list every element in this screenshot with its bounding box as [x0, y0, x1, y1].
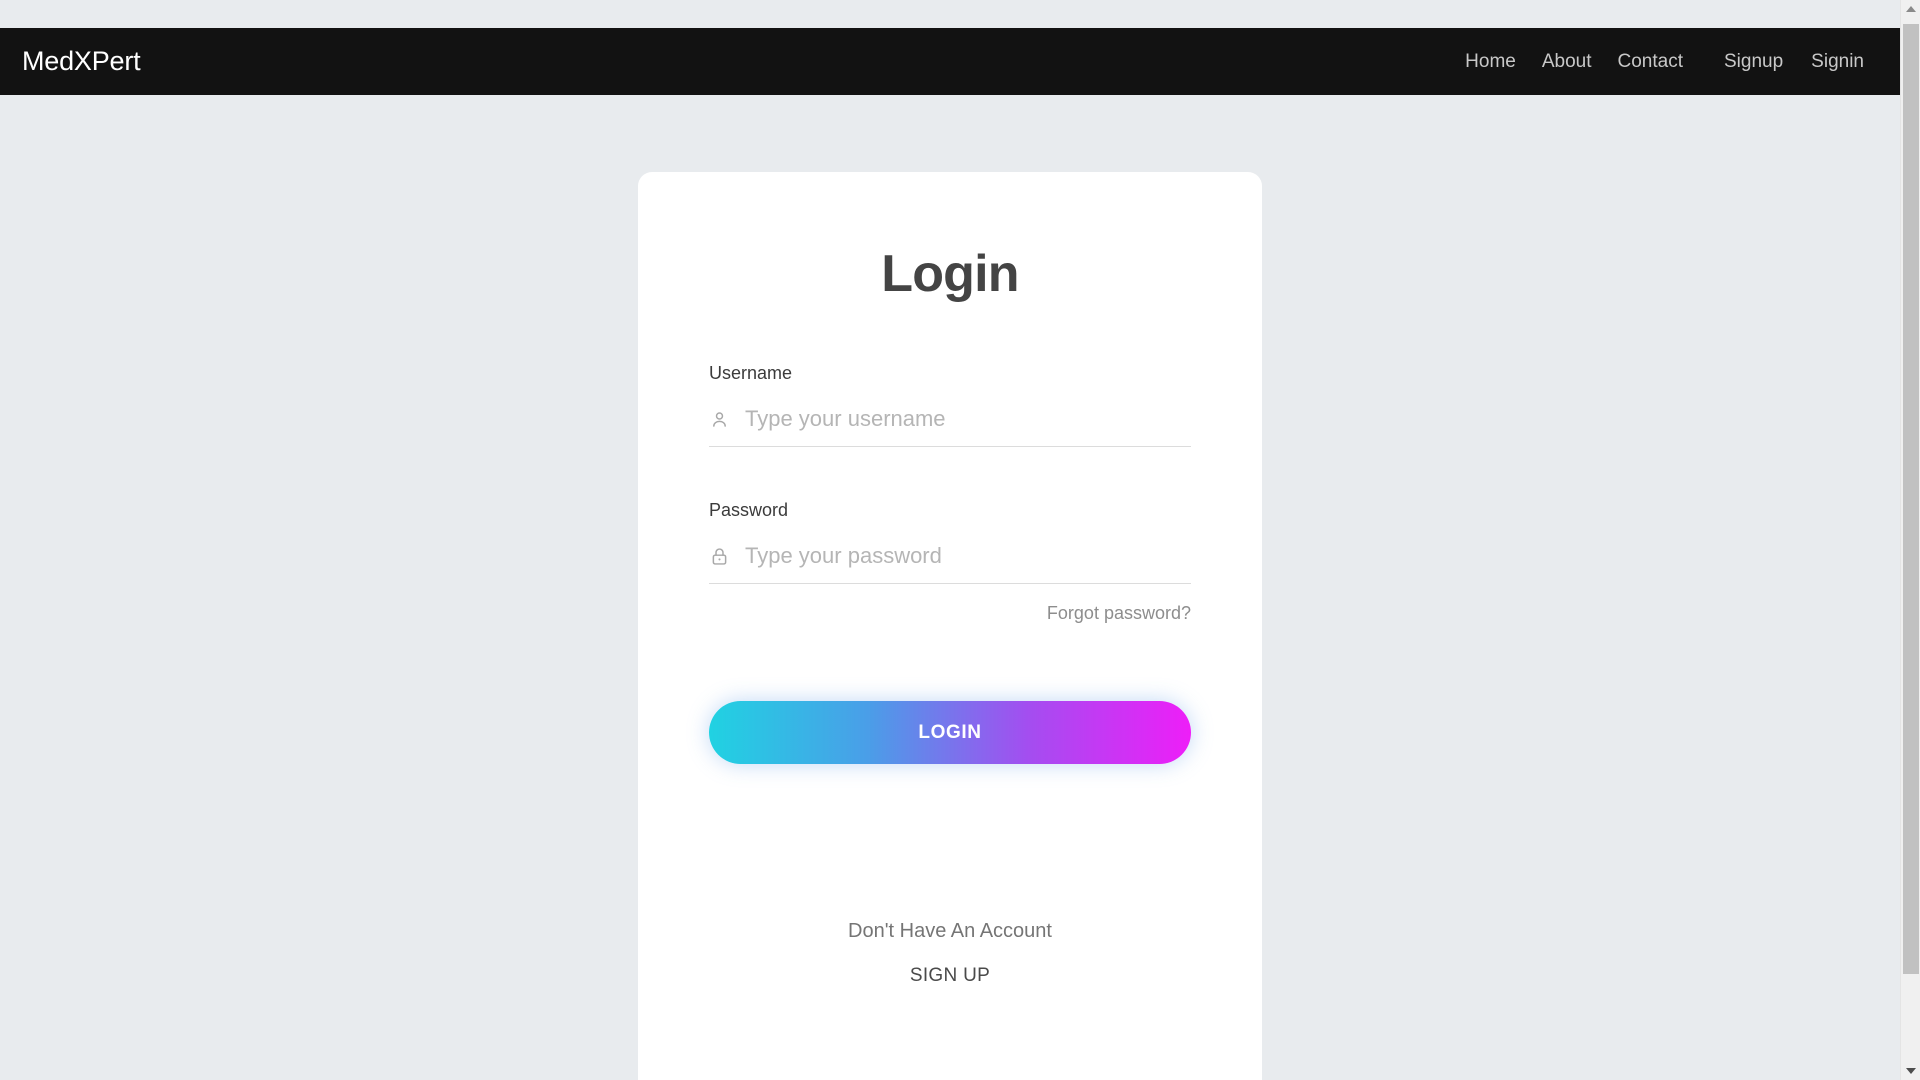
- page-top-strip: [0, 0, 1900, 28]
- signup-block: Don't Have An Account SIGN UP: [709, 921, 1191, 987]
- scrollbar-thumb[interactable]: [1903, 24, 1919, 974]
- password-input-row[interactable]: [709, 543, 1191, 584]
- person-icon: [709, 409, 739, 430]
- site-header: MedXPert Home About Contact Signup Signi…: [0, 28, 1900, 95]
- password-label: Password: [709, 500, 789, 520]
- username-input-row[interactable]: [709, 406, 1191, 447]
- forgot-password-row: Forgot password?: [709, 603, 1191, 624]
- browser-viewport: MedXPert Home About Contact Signup Signi…: [0, 0, 1920, 1080]
- nav-link-about[interactable]: About: [1529, 46, 1605, 77]
- scroll-down-arrow-icon[interactable]: [1901, 1062, 1920, 1080]
- username-field-group: Username: [709, 364, 1191, 447]
- main-navigation: Home About Contact Signup Signin: [1452, 46, 1878, 77]
- signup-link[interactable]: SIGN UP: [910, 965, 990, 987]
- lock-icon: [709, 546, 739, 567]
- signup-prompt-text: Don't Have An Account: [848, 920, 1052, 942]
- nav-link-home[interactable]: Home: [1452, 46, 1529, 77]
- username-input[interactable]: [739, 406, 1191, 432]
- forgot-password-link[interactable]: Forgot password?: [1047, 603, 1191, 624]
- scroll-up-arrow-icon[interactable]: [1901, 0, 1920, 18]
- brand-logo[interactable]: MedXPert: [22, 48, 141, 75]
- page-title: Login: [881, 245, 1019, 303]
- nav-link-signin[interactable]: Signin: [1797, 46, 1878, 77]
- login-button[interactable]: LOGIN: [709, 701, 1191, 764]
- nav-link-signup[interactable]: Signup: [1710, 46, 1797, 77]
- nav-link-contact[interactable]: Contact: [1605, 46, 1696, 77]
- password-field-group: Password: [709, 501, 1191, 584]
- login-card: Login Username Password: [638, 172, 1262, 1080]
- password-input[interactable]: [739, 543, 1191, 569]
- username-label: Username: [709, 363, 793, 383]
- page-scrollbar[interactable]: [1900, 0, 1920, 1080]
